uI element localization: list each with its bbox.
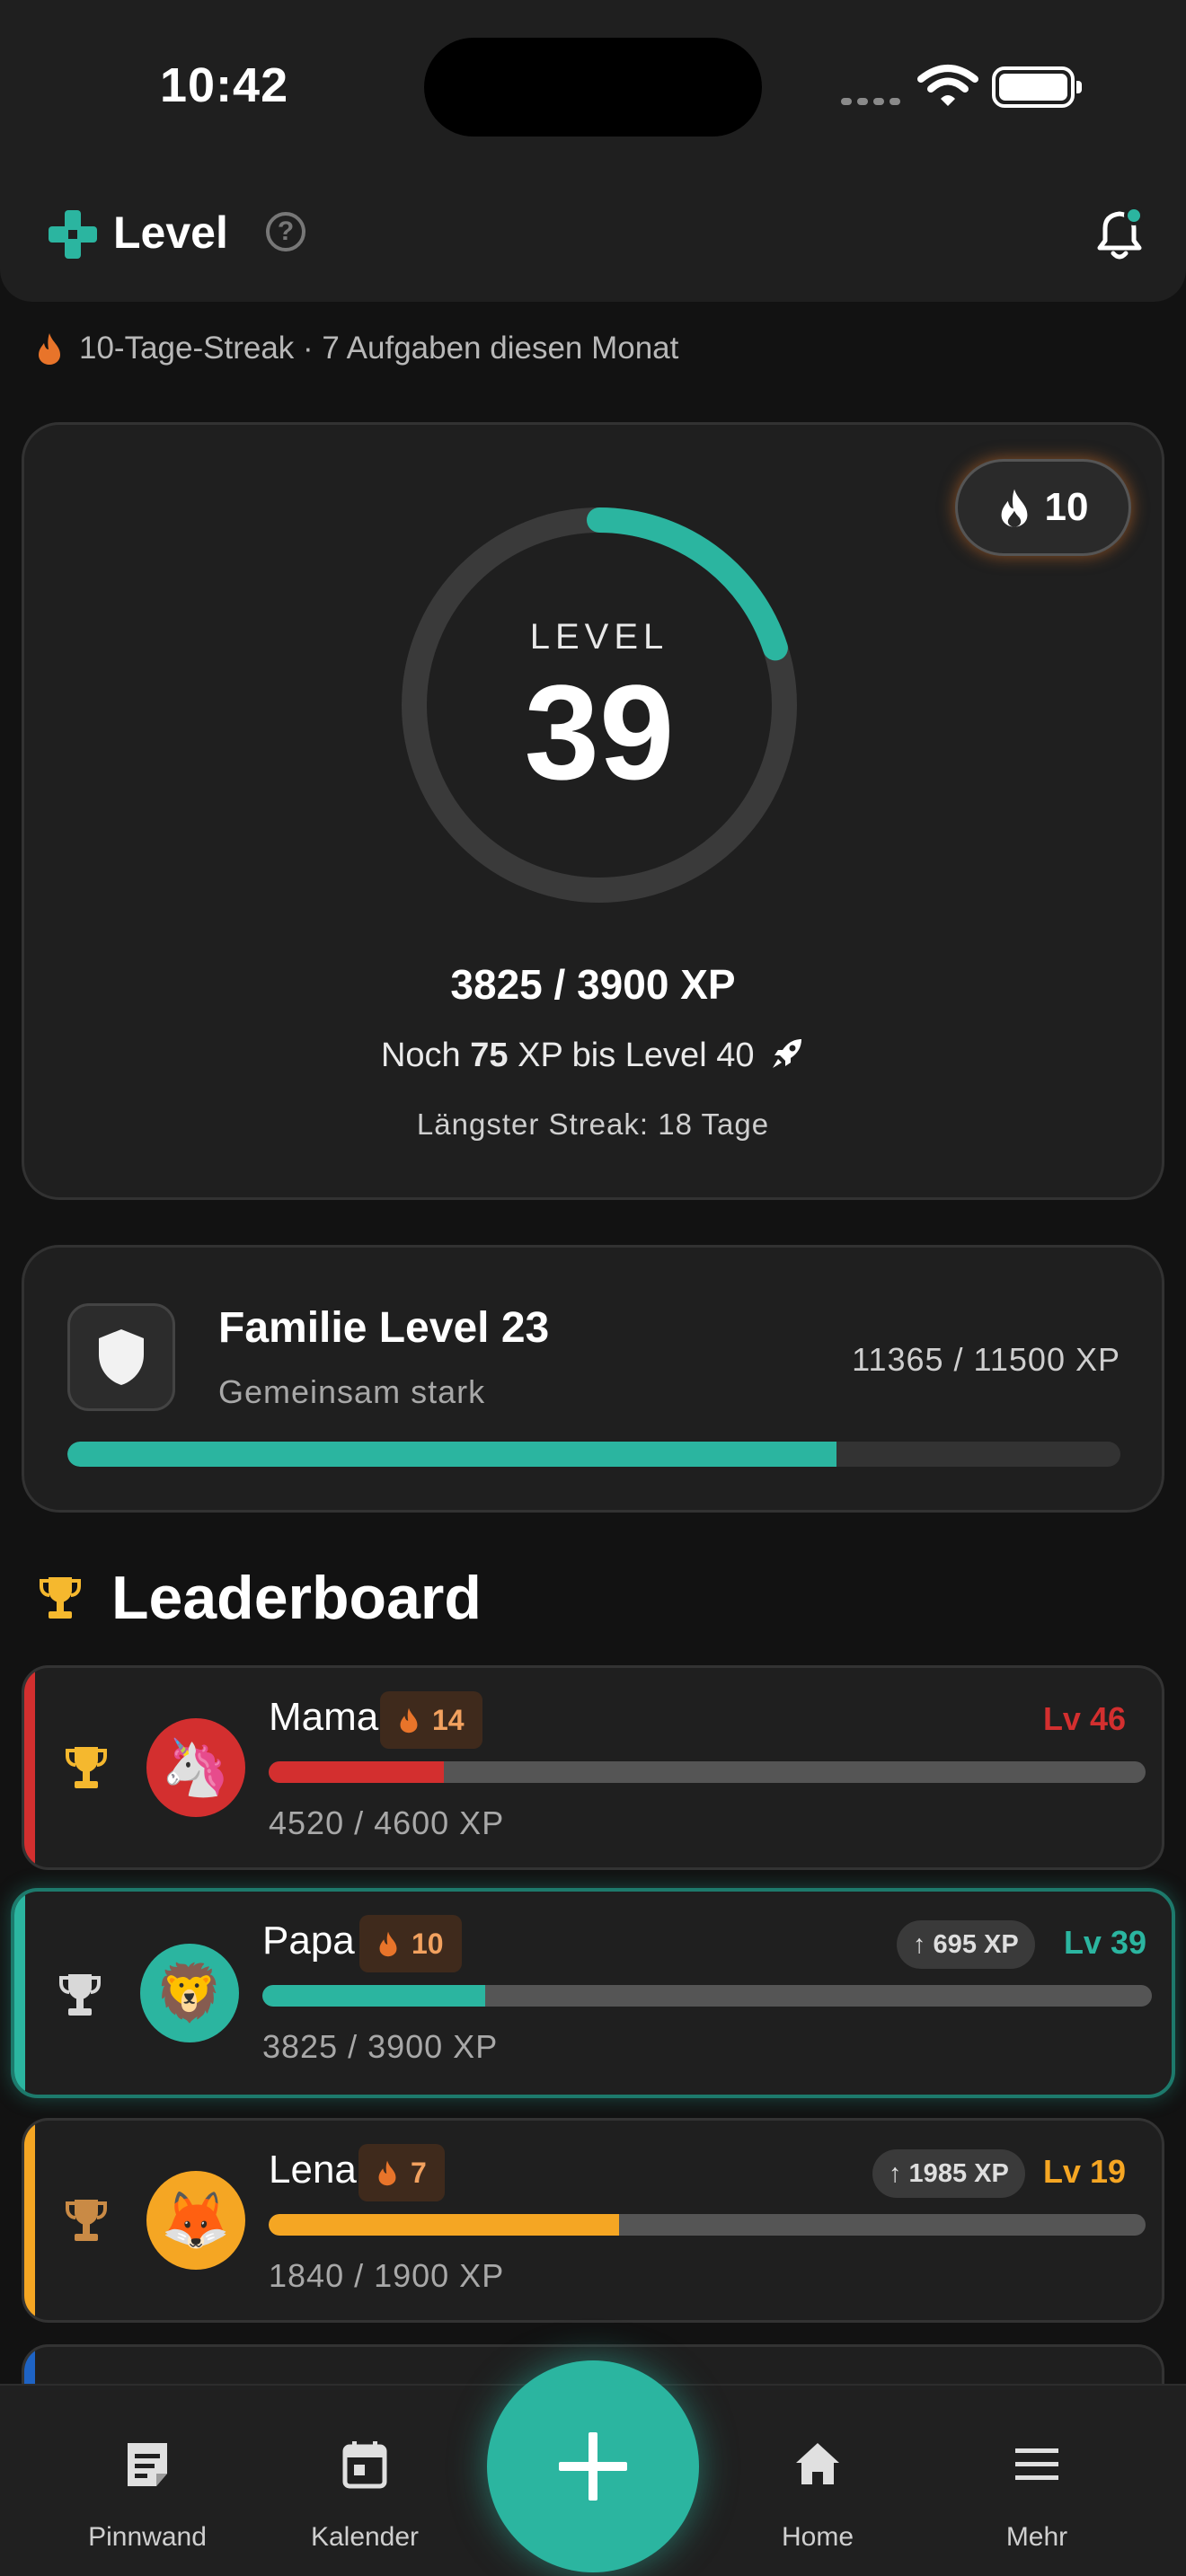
wifi-icon bbox=[916, 63, 979, 112]
flame-icon bbox=[39, 333, 60, 365]
avatar: 🦁 bbox=[140, 1944, 239, 2042]
nav-label: Mehr bbox=[1005, 2522, 1068, 2552]
xp-remaining-suffix: XP bis Level 40 bbox=[518, 1037, 755, 1074]
cellular-signal-icon bbox=[841, 93, 906, 110]
streak-count: 10 bbox=[412, 1927, 444, 1960]
calendar-icon bbox=[275, 2439, 455, 2490]
xp-remaining-prefix: Noch bbox=[380, 1037, 461, 1074]
plus-icon bbox=[559, 2432, 627, 2501]
fox-avatar-icon: 🦊 bbox=[161, 2189, 231, 2252]
leaderboard-heading: Leaderboard bbox=[38, 1563, 482, 1633]
trophy-silver-icon bbox=[59, 1974, 101, 2016]
help-icon[interactable]: ? bbox=[266, 212, 305, 251]
streak-badge: 7 bbox=[358, 2144, 445, 2201]
xp-gap-badge: ↑ 695 XP bbox=[897, 1920, 1035, 1969]
member-xp: 1840 / 1900 XP bbox=[269, 2257, 505, 2294]
gamepad-logo-icon bbox=[47, 208, 99, 265]
menu-icon bbox=[947, 2439, 1127, 2490]
streak-badge-count: 10 bbox=[1044, 485, 1089, 529]
streak-count: 14 bbox=[432, 1703, 465, 1736]
avatar: 🦊 bbox=[146, 2171, 245, 2270]
shield-icon bbox=[67, 1303, 175, 1411]
trophy-bronze-icon bbox=[66, 2200, 107, 2241]
streak-badge: 14 bbox=[380, 1691, 482, 1749]
member-level: Lv 46 bbox=[1042, 1700, 1126, 1737]
member-name: Mama bbox=[269, 1695, 379, 1739]
battery-icon bbox=[992, 66, 1082, 108]
app-header: Level ? bbox=[0, 171, 1186, 302]
flame-icon bbox=[379, 1931, 397, 1957]
xp-gap-badge: ↑ 1985 XP bbox=[872, 2149, 1025, 2198]
nav-item-pinnwand[interactable]: Pinnwand bbox=[58, 2386, 237, 2576]
level-label: LEVEL bbox=[529, 617, 669, 657]
flame-icon bbox=[1001, 489, 1027, 527]
leaderboard-row-mama[interactable]: 🦄 Mama 14 Lv 46 4520 / 4600 XP bbox=[22, 1665, 1164, 1870]
flame-icon bbox=[400, 1707, 418, 1734]
family-level-title: Familie Level 23 bbox=[218, 1304, 550, 1352]
member-level: Lv 19 bbox=[1042, 2153, 1126, 2190]
leaderboard-title: Leaderboard bbox=[111, 1564, 482, 1632]
family-level-subtitle: Gemeinsam stark bbox=[218, 1373, 486, 1410]
streak-count: 7 bbox=[411, 2156, 427, 2189]
status-bar: 10:42 bbox=[0, 0, 1186, 171]
nav-item-mehr[interactable]: Mehr bbox=[947, 2386, 1127, 2576]
nav-label: Pinnwand bbox=[88, 2522, 207, 2552]
family-level-card[interactable]: Familie Level 23 Gemeinsam stark 11365 /… bbox=[22, 1245, 1164, 1513]
add-button[interactable] bbox=[487, 2360, 699, 2572]
flame-icon bbox=[378, 2160, 396, 2186]
status-time: 10:42 bbox=[160, 58, 289, 112]
notification-bell-icon[interactable] bbox=[1089, 203, 1150, 269]
level-card: LEVEL 39 10 3825 / 3900 XP Noch 75 XP bi… bbox=[22, 422, 1164, 1200]
trophy-gold-icon bbox=[66, 1747, 107, 1788]
avatar: 🦄 bbox=[146, 1718, 245, 1817]
leaderboard-row-papa[interactable]: 🦁 Papa 10 ↑ 695 XP Lv 39 3825 / 3900 XP bbox=[11, 1888, 1175, 2098]
member-progress-bar bbox=[262, 1985, 1152, 2007]
family-progress-bar bbox=[67, 1442, 1120, 1467]
note-icon bbox=[58, 2439, 237, 2490]
row-accent bbox=[14, 1892, 25, 2095]
dynamic-island bbox=[424, 38, 762, 137]
xp-remaining: Noch 75 XP bis Level 40 bbox=[24, 1036, 1162, 1075]
unicorn-avatar-icon: 🦄 bbox=[161, 1736, 231, 1799]
streak-badge[interactable]: 10 bbox=[955, 459, 1131, 556]
family-xp: 11365 / 11500 XP bbox=[852, 1341, 1120, 1378]
member-xp: 4520 / 4600 XP bbox=[269, 1804, 505, 1841]
member-name: Lena bbox=[269, 2148, 357, 2192]
member-progress-bar bbox=[269, 1761, 1146, 1783]
member-name: Papa bbox=[262, 1919, 355, 1963]
xp-remaining-value: 75 bbox=[470, 1037, 509, 1074]
row-accent bbox=[24, 1668, 35, 1867]
nav-item-kalender[interactable]: Kalender bbox=[275, 2386, 455, 2576]
streak-summary-text: 10-Tage-Streak · 7 Aufgaben diesen Monat bbox=[79, 331, 679, 366]
streak-badge: 10 bbox=[359, 1915, 462, 1972]
leaderboard-row-lena[interactable]: 🦊 Lena 7 ↑ 1985 XP Lv 19 1840 / 1900 XP bbox=[22, 2118, 1164, 2323]
row-accent bbox=[24, 2121, 35, 2320]
trophy-icon bbox=[40, 1577, 81, 1619]
nav-label: Kalender bbox=[310, 2522, 420, 2552]
rocket-icon bbox=[773, 1039, 802, 1068]
member-level: Lv 39 bbox=[1063, 1924, 1146, 1961]
nav-item-home[interactable]: Home bbox=[728, 2386, 907, 2576]
level-number: 39 bbox=[524, 657, 675, 807]
xp-total: 3825 / 3900 XP bbox=[450, 961, 736, 1008]
member-xp: 3825 / 3900 XP bbox=[262, 2028, 499, 2065]
home-icon bbox=[728, 2439, 907, 2490]
member-progress-bar bbox=[269, 2214, 1146, 2236]
nav-label: Home bbox=[781, 2522, 854, 2552]
page-title: Level bbox=[113, 207, 228, 258]
lion-avatar-icon: 🦁 bbox=[155, 1962, 225, 2025]
longest-streak: Längster Streak: 18 Tage bbox=[416, 1107, 770, 1141]
streak-summary: 10-Tage-Streak · 7 Aufgaben diesen Monat bbox=[36, 331, 678, 366]
